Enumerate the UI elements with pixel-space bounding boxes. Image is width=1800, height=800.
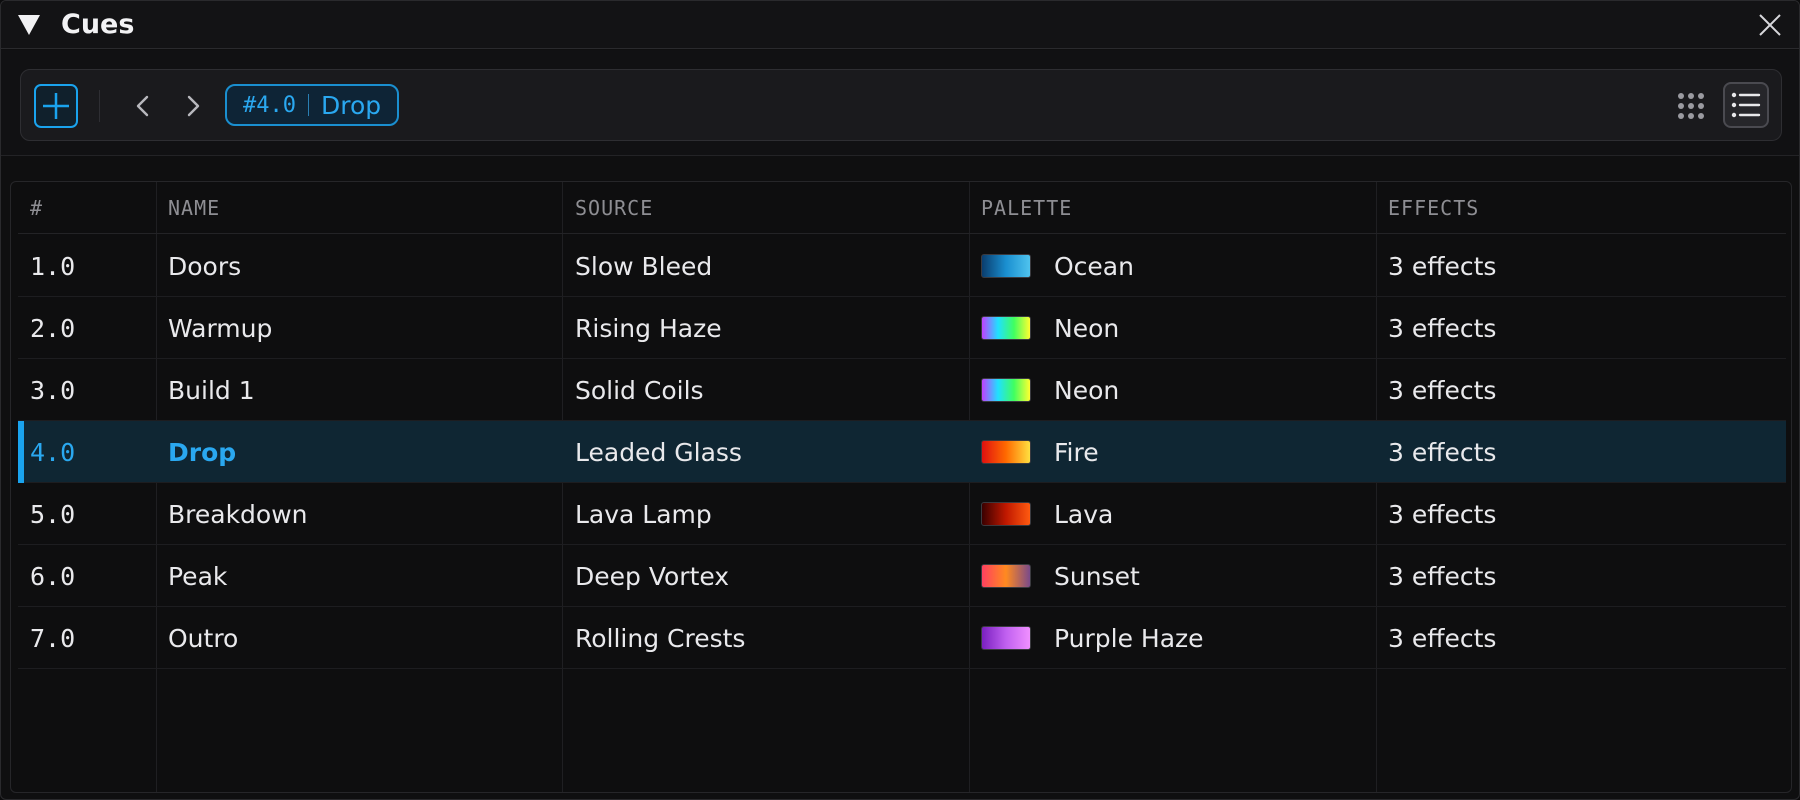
cue-palette: Purple Haze	[1054, 624, 1204, 653]
cue-number: 4.0	[30, 438, 76, 467]
cue-effects: 3 effects	[1388, 314, 1497, 343]
cue-source: Slow Bleed	[575, 252, 713, 281]
palette-swatch	[981, 626, 1031, 650]
cue-palette: Fire	[1054, 438, 1099, 467]
cue-number: 6.0	[30, 562, 76, 591]
cue-palette: Sunset	[1054, 562, 1140, 591]
cue-palette: Lava	[1054, 500, 1114, 529]
palette-swatch	[981, 316, 1031, 340]
toolbar-divider	[99, 90, 100, 122]
toolbar: #4.0 Drop	[20, 69, 1782, 141]
cue-name: Warmup	[168, 314, 273, 343]
cue-number: 1.0	[30, 252, 76, 281]
cue-number: 3.0	[30, 376, 76, 405]
selection-indicator	[18, 421, 24, 483]
current-cue-name: Drop	[320, 90, 382, 120]
table-header: # NAME SOURCE PALETTE EFFECTS	[18, 182, 1786, 234]
current-cue-number: #4.0	[243, 92, 296, 118]
table-row[interactable]: 2.0 Warmup Rising Haze Neon 3 effects	[18, 297, 1786, 359]
cue-name: Outro	[168, 624, 239, 653]
column-header-name[interactable]: NAME	[168, 196, 220, 220]
grid-icon	[1678, 93, 1704, 119]
chevron-right-icon	[187, 95, 200, 117]
table-row[interactable]: 6.0 Peak Deep Vortex Sunset 3 effects	[18, 545, 1786, 607]
cues-panel: Cues #4.0 Drop # NAME SOURCE PALETTE EFF…	[0, 0, 1800, 800]
close-button[interactable]	[1757, 12, 1783, 38]
triangle-down-icon	[18, 15, 40, 35]
cue-effects: 3 effects	[1388, 500, 1497, 529]
collapse-toggle[interactable]	[17, 14, 41, 36]
list-view-button[interactable]	[1723, 82, 1769, 128]
cue-source: Rolling Crests	[575, 624, 746, 653]
close-icon	[1759, 14, 1781, 36]
previous-cue-button[interactable]	[127, 90, 159, 122]
cue-effects: 3 effects	[1388, 252, 1497, 281]
cue-palette: Ocean	[1054, 252, 1134, 281]
panel-title: Cues	[61, 9, 135, 40]
chip-separator	[307, 94, 309, 116]
cue-source: Solid Coils	[575, 376, 704, 405]
cue-source: Leaded Glass	[575, 438, 742, 467]
table-row[interactable]: 4.0 Drop Leaded Glass Fire 3 effects	[18, 421, 1786, 483]
plus-icon	[43, 93, 69, 119]
cue-effects: 3 effects	[1388, 624, 1497, 653]
cue-name: Drop	[168, 438, 237, 467]
cue-number: 2.0	[30, 314, 76, 343]
palette-swatch	[981, 254, 1031, 278]
cue-number: 5.0	[30, 500, 76, 529]
add-cue-button[interactable]	[34, 84, 78, 128]
current-cue-chip[interactable]: #4.0 Drop	[225, 84, 400, 126]
table-row[interactable]: 7.0 Outro Rolling Crests Purple Haze 3 e…	[18, 607, 1786, 669]
table-row[interactable]: 5.0 Breakdown Lava Lamp Lava 3 effects	[18, 483, 1786, 545]
cue-source: Lava Lamp	[575, 500, 712, 529]
cue-name: Peak	[168, 562, 228, 591]
column-header-source[interactable]: SOURCE	[575, 196, 653, 220]
cue-effects: 3 effects	[1388, 562, 1497, 591]
cue-palette: Neon	[1054, 376, 1120, 405]
cue-effects: 3 effects	[1388, 376, 1497, 405]
grid-view-button[interactable]	[1673, 88, 1709, 124]
cue-palette: Neon	[1054, 314, 1120, 343]
next-cue-button[interactable]	[177, 90, 209, 122]
cues-table: # NAME SOURCE PALETTE EFFECTS 1.0 Doors …	[10, 181, 1792, 793]
cue-name: Doors	[168, 252, 242, 281]
table-row[interactable]: 3.0 Build 1 Solid Coils Neon 3 effects	[18, 359, 1786, 421]
cue-source: Rising Haze	[575, 314, 722, 343]
column-header-palette[interactable]: PALETTE	[981, 196, 1072, 220]
list-icon	[1731, 92, 1761, 118]
palette-swatch	[981, 440, 1031, 464]
panel-titlebar: Cues	[1, 1, 1799, 49]
column-header-number[interactable]: #	[30, 196, 43, 220]
cue-effects: 3 effects	[1388, 438, 1497, 467]
column-header-effects[interactable]: EFFECTS	[1388, 196, 1479, 220]
palette-swatch	[981, 378, 1031, 402]
palette-swatch	[981, 564, 1031, 588]
cue-number: 7.0	[30, 624, 76, 653]
cue-name: Breakdown	[168, 500, 308, 529]
palette-swatch	[981, 502, 1031, 526]
cue-name: Build 1	[168, 376, 255, 405]
chevron-left-icon	[136, 95, 149, 117]
toolbar-area: #4.0 Drop	[1, 50, 1799, 156]
table-row[interactable]: 1.0 Doors Slow Bleed Ocean 3 effects	[18, 235, 1786, 297]
cue-source: Deep Vortex	[575, 562, 730, 591]
